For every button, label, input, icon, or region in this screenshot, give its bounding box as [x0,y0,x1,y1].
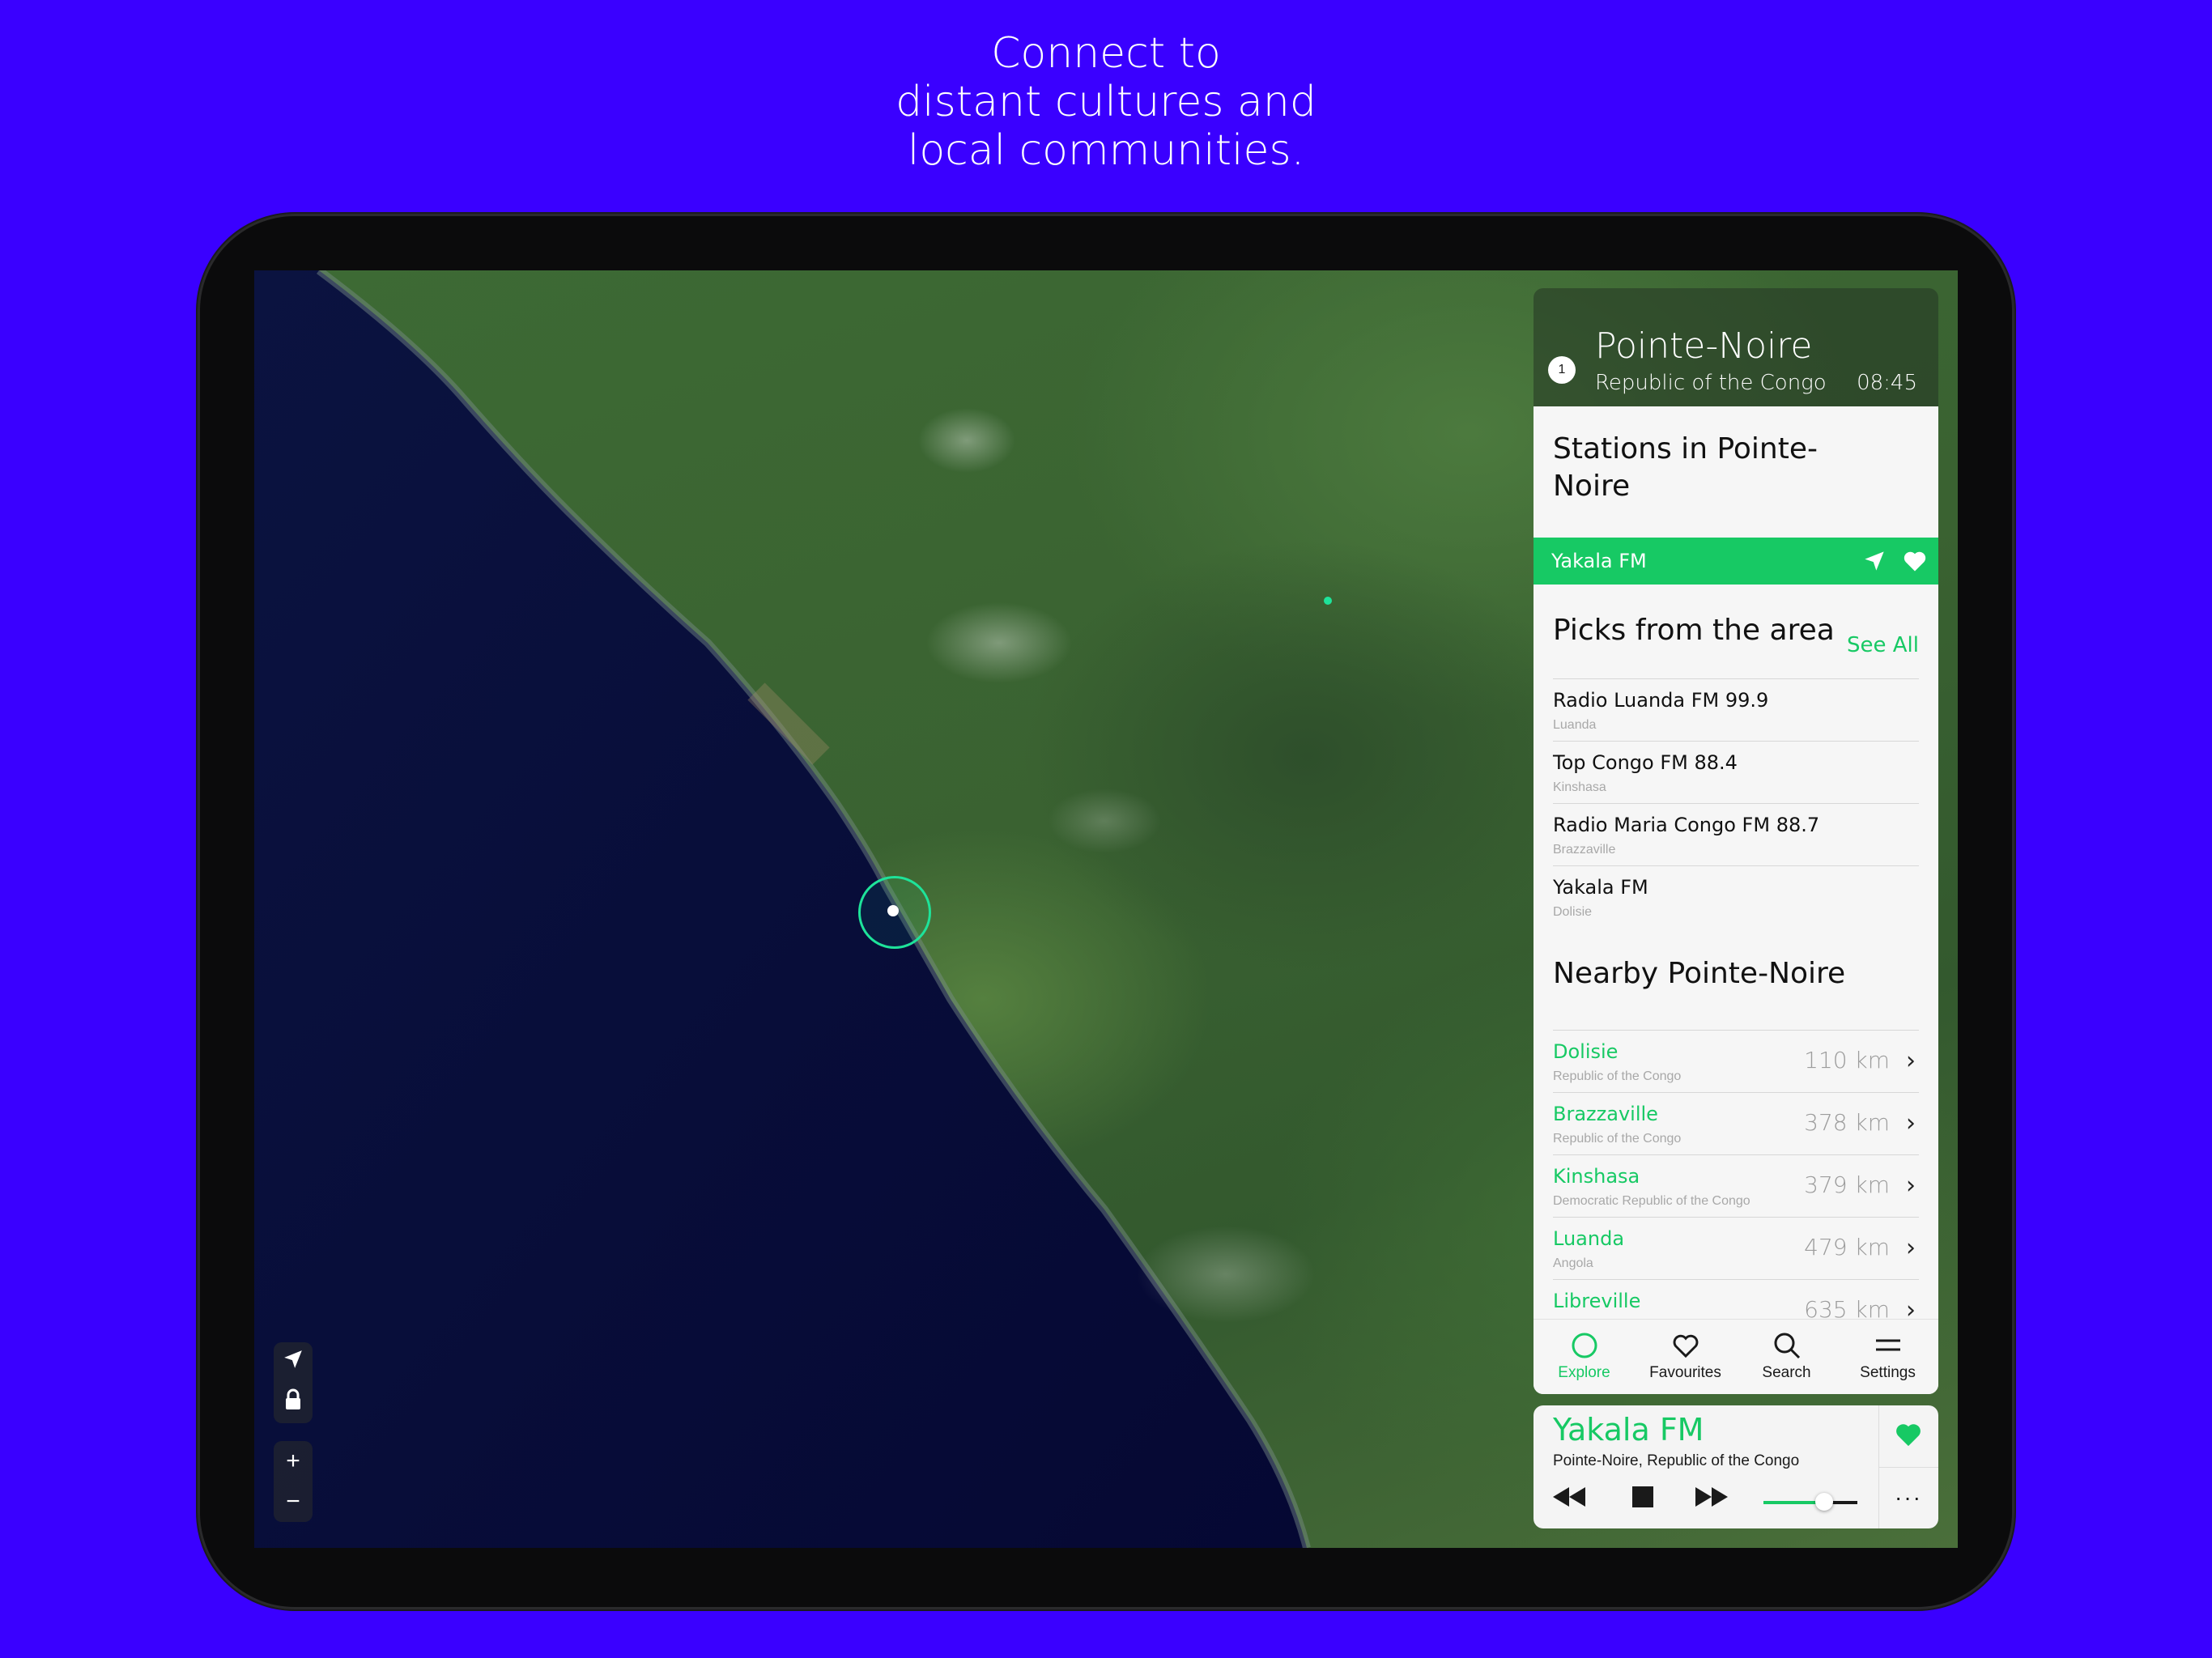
selected-location-dot[interactable] [887,905,899,916]
pick-station-name: Radio Maria Congo FM 88.7 [1553,814,1820,836]
lock-icon [284,1388,302,1418]
tab-label: Favourites [1649,1364,1721,1381]
location-index-badge: 1 [1548,356,1576,384]
now-playing-player: Yakala FM Pointe-Noire, Republic of the … [1534,1405,1938,1528]
nearby-city-name: Brazzaville [1553,1103,1658,1125]
nearby-city-distance: 110 km [1804,1047,1890,1073]
favourite-heart-icon[interactable] [1895,1422,1922,1452]
headline-line-1: Connect to [991,29,1221,78]
tab-label: Explore [1558,1364,1610,1381]
nearby-city-distance: 479 km [1804,1234,1890,1261]
navigate-icon[interactable] [1857,550,1891,572]
rewind-icon[interactable] [1551,1485,1587,1513]
pick-station-city: Kinshasa [1553,780,1606,794]
pick-item[interactable]: Radio Luanda FM 99.9 Luanda [1553,678,1919,741]
pick-station-city: Luanda [1553,718,1597,732]
tab-search[interactable]: Search [1736,1320,1837,1394]
tablet-frame: + − 1 Pointe-Noire Republic of the Congo… [198,214,2014,1609]
more-options-button[interactable]: ··· [1895,1485,1922,1511]
nearby-city-name: Luanda [1553,1227,1625,1250]
nearby-city-row[interactable]: Luanda Angola 479 km › [1553,1217,1919,1279]
nearby-city-distance: 378 km [1804,1109,1890,1136]
pick-station-name: Radio Luanda FM 99.9 [1553,689,1769,712]
tab-settings[interactable]: Settings [1837,1320,1938,1394]
pick-station-city: Brazzaville [1553,843,1616,857]
locate-button[interactable] [274,1342,313,1383]
nearby-city-country: Republic of the Congo [1553,1069,1682,1083]
chevron-right-icon: › [1906,1047,1916,1075]
nearby-city-row[interactable]: Kinshasa Democratic Republic of the Cong… [1553,1154,1919,1217]
nearby-city-row[interactable]: Brazzaville Republic of the Congo 378 km… [1553,1092,1919,1154]
heart-outline-icon [1671,1333,1700,1363]
current-station-name: Yakala FM [1551,550,1647,572]
see-all-link[interactable]: See All [1847,633,1919,657]
player-divider [1878,1467,1938,1468]
map-locate-controls [274,1342,313,1423]
nearby-city-distance: 379 km [1804,1171,1890,1198]
nearby-city-country: Republic of the Congo [1553,1132,1682,1146]
volume-knob[interactable] [1815,1493,1833,1511]
pick-item[interactable]: Yakala FM Dolisie [1553,865,1919,928]
circle-icon [1571,1332,1598,1364]
app-screen: + − 1 Pointe-Noire Republic of the Congo… [254,270,1958,1548]
nearby-city-country: Angola [1553,1256,1593,1270]
location-panel: 1 Pointe-Noire Republic of the Congo 08:… [1534,288,1938,1394]
stop-icon[interactable] [1631,1485,1655,1513]
fast-forward-icon[interactable] [1694,1485,1729,1513]
nearby-city-name: Libreville [1553,1290,1641,1312]
menu-icon [1874,1336,1902,1360]
tab-favourites[interactable]: Favourites [1635,1320,1736,1394]
station-pin[interactable] [1324,597,1332,605]
map-zoom-controls: + − [274,1441,313,1522]
headline-line-2: distant cultures and [895,78,1317,126]
nearby-city-name: Dolisie [1553,1040,1619,1063]
player-station-name: Yakala FM [1553,1412,1704,1448]
country-name: Republic of the Congo [1595,371,1827,395]
tab-explore[interactable]: Explore [1534,1320,1635,1394]
search-icon [1772,1331,1802,1365]
nearby-city-row[interactable]: Dolisie Republic of the Congo 110 km › [1553,1030,1919,1092]
chevron-right-icon: › [1906,1171,1916,1200]
location-header: 1 Pointe-Noire Republic of the Congo 08:… [1534,288,1938,406]
tab-bar: Explore Favourites Search Settings [1534,1319,1938,1394]
headline-line-3: local communities. [907,126,1305,175]
tab-label: Settings [1860,1364,1916,1381]
pick-station-name: Top Congo FM 88.4 [1553,751,1738,774]
pick-item[interactable]: Radio Maria Congo FM 88.7 Brazzaville [1553,803,1919,865]
nearby-city-country: Democratic Republic of the Congo [1553,1194,1750,1208]
pick-station-name: Yakala FM [1553,876,1648,899]
local-time: 08:45 [1857,371,1917,395]
chevron-right-icon: › [1906,1234,1916,1262]
picks-heading: Picks from the area [1553,614,1835,647]
heart-icon[interactable] [1898,550,1932,572]
zoom-out-button[interactable]: − [274,1482,313,1522]
pick-station-city: Dolisie [1553,905,1593,919]
stations-heading: Stations in Pointe-Noire [1553,432,1818,503]
promo-headline: Connect to distant cultures and local co… [0,29,2212,175]
nearby-heading: Nearby Pointe-Noire [1553,957,1846,990]
nearby-city-name: Kinshasa [1553,1165,1640,1188]
zoom-in-button[interactable]: + [274,1441,313,1482]
nearby-list: Dolisie Republic of the Congo 110 km › B… [1553,1030,1919,1341]
picks-list: Radio Luanda FM 99.9 Luanda Top Congo FM… [1553,678,1919,928]
player-station-location: Pointe-Noire, Republic of the Congo [1553,1452,1800,1469]
current-station-row[interactable]: Yakala FM [1534,538,1938,585]
lock-button[interactable] [274,1383,313,1423]
pick-item[interactable]: Top Congo FM 88.4 Kinshasa [1553,741,1919,803]
tab-label: Search [1762,1364,1811,1381]
city-name: Pointe-Noire [1595,325,1813,367]
panel-content: Stations in Pointe-Noire Yakala FM Picks… [1534,406,1938,1394]
chevron-right-icon: › [1906,1109,1916,1137]
location-arrow-icon [283,1349,304,1376]
